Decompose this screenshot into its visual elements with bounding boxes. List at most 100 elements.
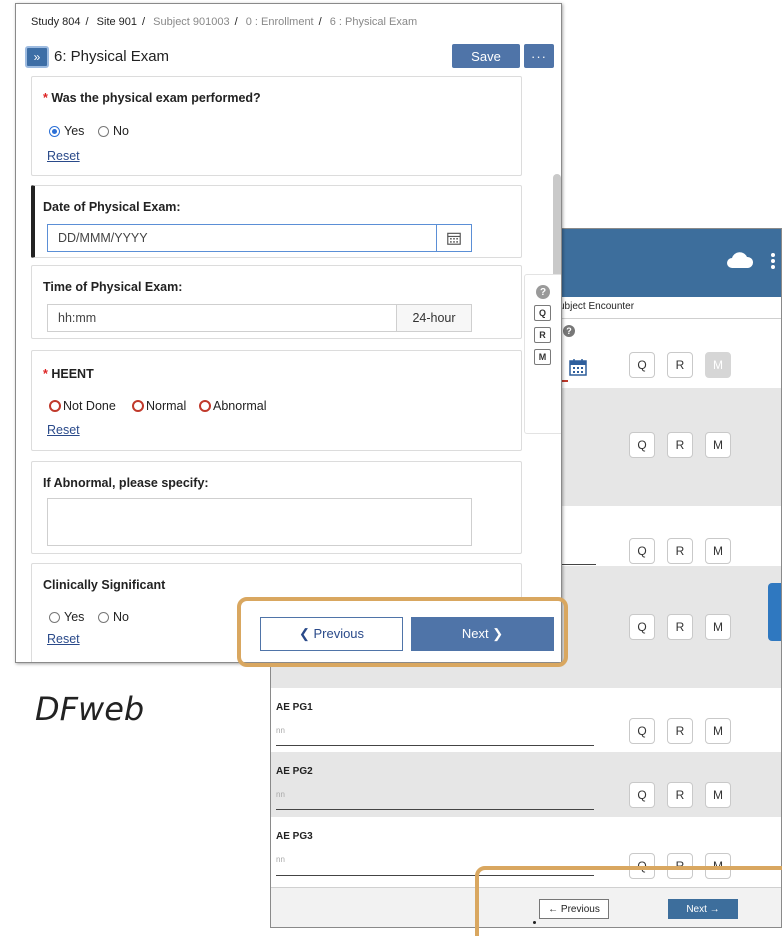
radio-unselected-icon — [98, 611, 109, 623]
qrm-group: Q R M — [629, 432, 731, 458]
question-label: If Abnormal, please specify: — [43, 476, 209, 490]
radio-label: No — [113, 124, 129, 138]
exam-date-input[interactable]: DD/MMM/YYYY — [47, 224, 437, 252]
field-label: AE PG2 — [276, 766, 313, 777]
query-button[interactable]: Q — [629, 352, 655, 378]
field-label: AE PG3 — [276, 831, 313, 842]
radio-no[interactable]: No — [98, 124, 129, 138]
expand-panel-button[interactable]: » — [25, 46, 49, 68]
field-placeholder[interactable]: nn — [276, 855, 285, 864]
cloud-icon[interactable] — [726, 251, 754, 269]
radio-label: No — [113, 610, 129, 624]
radio-error-icon — [199, 400, 211, 412]
missing-button[interactable]: M — [705, 614, 731, 640]
highlight-frame-tablet-nav — [475, 866, 782, 936]
save-button[interactable]: Save — [452, 44, 520, 68]
radio-yes[interactable]: Yes — [49, 124, 84, 138]
tablet-crumb-text: ubject Encounter — [559, 301, 635, 312]
missing-button[interactable]: M — [534, 349, 551, 365]
question-label: * HEENT — [43, 367, 94, 381]
field-placeholder[interactable]: nn — [276, 790, 285, 799]
calendar-icon — [447, 232, 461, 245]
question-label: Time of Physical Exam: — [43, 280, 183, 294]
missing-button[interactable]: M — [705, 352, 731, 378]
dfweb-caption: DFweb — [35, 690, 145, 728]
question-card-exam-date: Date of Physical Exam: DD/MMM/YYYY — [31, 185, 522, 258]
field-placeholder[interactable]: nn — [276, 726, 285, 735]
radio-label: Abnormal — [213, 399, 267, 413]
reason-button[interactable]: R — [667, 538, 693, 564]
qrm-group: Q R M — [629, 538, 731, 564]
help-icon[interactable]: ? — [563, 325, 575, 337]
time-format-addon: 24-hour — [396, 304, 472, 332]
reset-link[interactable]: Reset — [47, 632, 80, 646]
qrm-group: Q R M — [629, 782, 731, 808]
crumb-visit[interactable]: 0 : Enrollment — [246, 16, 314, 28]
question-label: * Was the physical exam performed? — [43, 91, 261, 105]
side-tab-icon[interactable] — [768, 583, 781, 641]
qrm-group: Q R M — [629, 352, 731, 378]
radio-label: Normal — [146, 399, 187, 413]
radio-no[interactable]: No — [98, 610, 129, 624]
question-text: Was the physical exam performed? — [51, 91, 261, 105]
radio-error-icon — [49, 400, 61, 412]
question-label: Clinically Significant — [43, 578, 166, 592]
radio-abnormal[interactable]: Abnormal — [199, 399, 267, 413]
radio-not-done[interactable]: Not Done — [49, 399, 116, 413]
query-button[interactable]: Q — [629, 614, 655, 640]
side-tool-panel: ? Q R M — [524, 274, 561, 434]
query-button[interactable]: Q — [629, 432, 655, 458]
missing-button[interactable]: M — [705, 782, 731, 808]
field-label: AE PG1 — [276, 702, 313, 713]
calendar-icon[interactable] — [569, 358, 587, 376]
query-button[interactable]: Q — [629, 538, 655, 564]
reason-button[interactable]: R — [534, 327, 551, 343]
dfweb-form-window: Study 804/ Site 901/ Subject 901003/ 0 :… — [15, 3, 562, 663]
reason-button[interactable]: R — [667, 352, 693, 378]
radio-selected-icon — [49, 125, 60, 137]
calendar-button[interactable] — [436, 224, 472, 252]
kebab-menu-icon[interactable] — [769, 251, 777, 273]
breadcrumb: Study 804/ Site 901/ Subject 901003/ 0 :… — [31, 16, 418, 28]
missing-button[interactable]: M — [705, 432, 731, 458]
reason-button[interactable]: R — [667, 782, 693, 808]
exam-time-input[interactable]: hh:mm — [47, 304, 397, 332]
radio-unselected-icon — [49, 611, 60, 623]
field-underline — [276, 809, 594, 810]
highlight-frame-front-nav — [237, 597, 568, 667]
radio-unselected-icon — [98, 125, 109, 137]
query-button[interactable]: Q — [629, 718, 655, 744]
form-scroll-area[interactable]: * Was the physical exam performed? Yes N… — [16, 76, 561, 662]
query-button[interactable]: Q — [534, 305, 551, 321]
field-underline — [276, 745, 594, 746]
help-icon[interactable]: ? — [536, 285, 550, 299]
reason-button[interactable]: R — [667, 614, 693, 640]
query-button[interactable]: Q — [629, 782, 655, 808]
reset-link[interactable]: Reset — [47, 149, 80, 163]
tablet-row-ae-pg1: AE PG1 nn Q R M — [271, 688, 781, 752]
radio-label: Yes — [64, 124, 85, 138]
reason-button[interactable]: R — [667, 718, 693, 744]
missing-button[interactable]: M — [705, 538, 731, 564]
required-marker: * — [43, 91, 48, 105]
required-marker: * — [43, 367, 48, 381]
reset-link[interactable]: Reset — [47, 423, 80, 437]
crumb-study[interactable]: Study 804 — [31, 16, 81, 28]
radio-normal[interactable]: Normal — [132, 399, 186, 413]
qrm-group: Q R M — [629, 614, 731, 640]
crumb-subject[interactable]: Subject 901003 — [153, 16, 229, 28]
question-card-heent: * HEENT Not Done Normal Abnormal Reset — [31, 350, 522, 451]
radio-label: Not Done — [63, 399, 116, 413]
question-card-exam-performed: * Was the physical exam performed? Yes N… — [31, 76, 522, 176]
crumb-site[interactable]: Site 901 — [97, 16, 137, 28]
question-card-exam-time: Time of Physical Exam: hh:mm 24-hour — [31, 265, 522, 339]
crumb-page: 6 : Physical Exam — [329, 16, 418, 28]
question-text: HEENT — [51, 367, 94, 381]
missing-button[interactable]: M — [705, 718, 731, 744]
abnormal-specify-textarea[interactable] — [47, 498, 472, 546]
reason-button[interactable]: R — [667, 432, 693, 458]
page-title: 6: Physical Exam — [54, 48, 170, 65]
radio-error-icon — [132, 400, 144, 412]
radio-yes[interactable]: Yes — [49, 610, 84, 624]
more-options-button[interactable]: ··· — [524, 44, 554, 68]
